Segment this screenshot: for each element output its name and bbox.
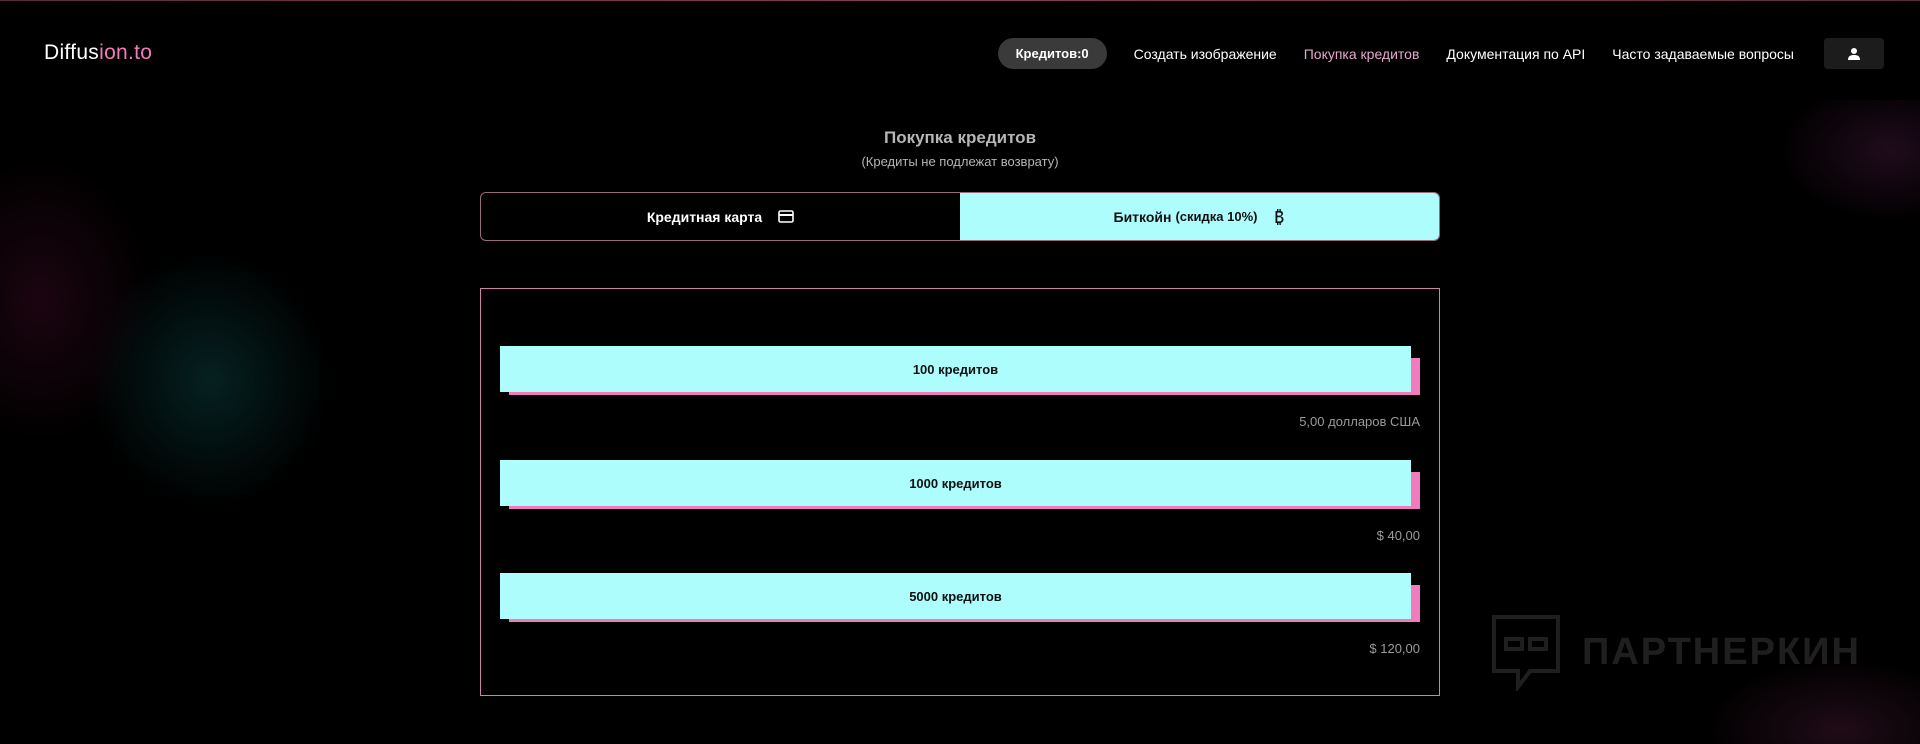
logo-accent-text: ion.to: [99, 41, 153, 64]
watermark: ПАРТНЕРКИН: [1490, 612, 1861, 692]
main-nav: Кредитов:0 Создать изображение Покупка к…: [997, 38, 1884, 69]
background-glow-left: [0, 130, 370, 570]
payment-method-tabs: Кредитная карта Биткойн (скидка 10%): [480, 192, 1440, 241]
package-100-price: 5,00 долларов США: [1299, 414, 1420, 429]
tab-credit-card-label: Кредитная карта: [646, 208, 763, 225]
site-logo[interactable]: Diffusion.to: [44, 41, 152, 65]
logo-text: Diffus: [44, 41, 100, 64]
bitcoin-icon: [1273, 208, 1285, 225]
nav-create-image[interactable]: Создать изображение: [1134, 46, 1277, 62]
nav-faq[interactable]: Часто задаваемые вопросы: [1612, 46, 1794, 62]
chat-bubble-icon: [1492, 615, 1560, 691]
tab-bitcoin-label: Биткойн: [1113, 208, 1172, 225]
package-100-button[interactable]: 100 кредитов: [500, 346, 1411, 392]
package-1000-price: $ 40,00: [1376, 528, 1420, 543]
page-subtitle: (Кредиты не подлежат возврату): [861, 154, 1059, 169]
package-5000-button[interactable]: 5000 кредитов: [500, 573, 1411, 619]
user-icon: [1848, 47, 1860, 60]
top-accent-line: [0, 0, 1920, 1]
credits-badge[interactable]: Кредитов:0: [997, 38, 1107, 69]
background-glow-right-top: [1700, 100, 1920, 260]
watermark-text: ПАРТНЕРКИН: [1582, 630, 1861, 673]
page-title: Покупка кредитов: [883, 128, 1037, 147]
tab-bitcoin-discount: (скидка 10%): [1175, 209, 1258, 224]
credit-packages-panel: 100 кредитов 5,00 долларов США 1000 кред…: [480, 288, 1440, 696]
nav-buy-credits[interactable]: Покупка кредитов: [1304, 46, 1420, 62]
tab-credit-card[interactable]: Кредитная карта: [481, 193, 960, 240]
user-menu-button[interactable]: [1824, 38, 1884, 69]
credit-card-icon: [778, 210, 794, 223]
tab-bitcoin[interactable]: Биткойн (скидка 10%): [960, 193, 1439, 240]
package-5000-price: $ 120,00: [1369, 641, 1420, 656]
nav-api-docs[interactable]: Документация по API: [1446, 46, 1585, 62]
package-1000-button[interactable]: 1000 кредитов: [500, 460, 1411, 506]
